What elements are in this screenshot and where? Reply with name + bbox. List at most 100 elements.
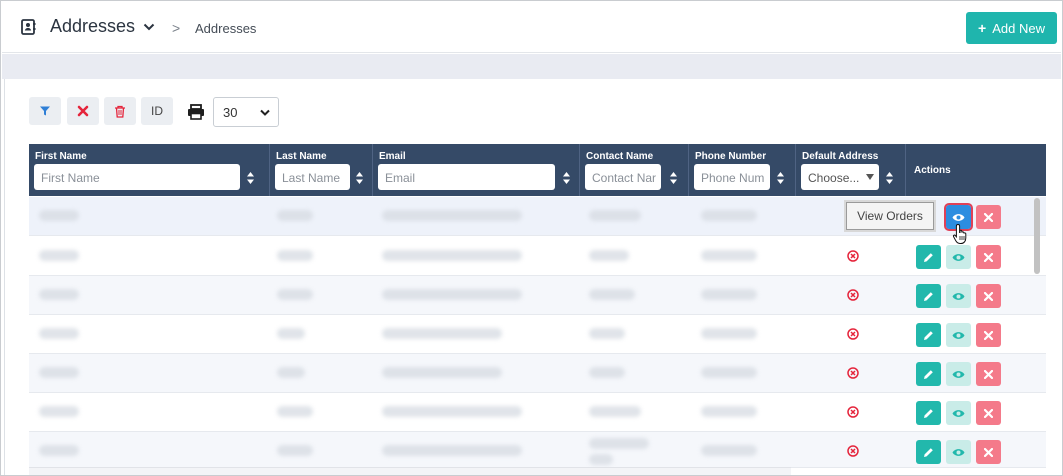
table-row[interactable] bbox=[29, 393, 1046, 432]
column-label: Actions bbox=[914, 165, 951, 176]
column-actions: Actions bbox=[906, 144, 1046, 196]
delete-row-button[interactable] bbox=[976, 362, 1001, 386]
first-name-cell bbox=[39, 210, 79, 221]
view-orders-button[interactable] bbox=[946, 440, 971, 464]
column-contact-name: Contact Name Contact Nar bbox=[580, 144, 689, 196]
edit-button[interactable] bbox=[916, 323, 941, 347]
column-default-address: Default Address Choose... bbox=[796, 144, 906, 196]
horizontal-scrollbar[interactable] bbox=[29, 467, 791, 475]
column-label: Email bbox=[379, 151, 406, 162]
page-header: Addresses > Addresses + Add New bbox=[2, 2, 1061, 53]
page-size-select[interactable]: 30 bbox=[213, 97, 279, 127]
last-name-cell bbox=[277, 250, 313, 261]
delete-row-button[interactable] bbox=[976, 323, 1001, 347]
page-size-value: 30 bbox=[223, 105, 238, 120]
column-label: Last Name bbox=[276, 151, 327, 162]
first-name-cell bbox=[39, 445, 79, 456]
contact-name-cell bbox=[589, 406, 641, 417]
edit-button[interactable] bbox=[916, 440, 941, 464]
contact-name-cell bbox=[589, 438, 649, 449]
not-default-icon bbox=[847, 250, 859, 262]
email-cell bbox=[382, 210, 522, 221]
column-last-name: Last Name Last Name bbox=[270, 144, 373, 196]
hand-cursor-icon bbox=[952, 223, 967, 244]
chevron-down-icon[interactable] bbox=[143, 22, 155, 32]
delete-row-button[interactable] bbox=[976, 440, 1001, 464]
filter-button[interactable] bbox=[29, 97, 61, 125]
view-orders-button[interactable] bbox=[946, 245, 971, 269]
filter-icon bbox=[40, 106, 50, 116]
column-label: Contact Name bbox=[586, 151, 654, 162]
close-icon bbox=[984, 212, 993, 222]
not-default-icon bbox=[847, 367, 859, 379]
chevron-down-icon bbox=[260, 109, 270, 116]
email-filter-input[interactable]: Email bbox=[378, 164, 555, 190]
first-name-cell bbox=[39, 289, 79, 300]
contact-name-cell bbox=[589, 210, 641, 221]
delete-row-button[interactable] bbox=[976, 245, 1001, 269]
phone-filter-input[interactable]: Phone Num bbox=[694, 164, 770, 190]
table-row[interactable] bbox=[29, 354, 1046, 393]
column-label: First Name bbox=[35, 151, 87, 162]
edit-button[interactable] bbox=[916, 284, 941, 308]
last-name-cell bbox=[277, 289, 313, 300]
close-icon bbox=[984, 252, 993, 262]
pencil-icon bbox=[924, 447, 933, 457]
sort-icon[interactable] bbox=[886, 172, 893, 184]
id-column-button[interactable]: ID bbox=[141, 97, 173, 125]
eye-icon bbox=[952, 253, 965, 261]
edit-button[interactable] bbox=[916, 401, 941, 425]
sort-icon[interactable] bbox=[670, 172, 677, 184]
eye-icon bbox=[952, 448, 965, 456]
column-first-name: First Name First Name bbox=[29, 144, 270, 196]
last-name-cell bbox=[277, 406, 313, 417]
eye-icon bbox=[952, 331, 965, 339]
sort-icon[interactable] bbox=[356, 172, 363, 184]
default-address-select[interactable]: Choose... bbox=[801, 164, 879, 190]
phone-cell bbox=[701, 289, 757, 300]
clear-filter-button[interactable] bbox=[67, 97, 99, 125]
delete-button[interactable] bbox=[104, 97, 136, 125]
last-name-cell bbox=[277, 445, 313, 456]
not-default-icon bbox=[847, 289, 859, 301]
eye-icon bbox=[952, 292, 965, 300]
delete-row-button[interactable] bbox=[976, 401, 1001, 425]
contact-name-filter-input[interactable]: Contact Nar bbox=[585, 164, 661, 190]
close-icon bbox=[984, 447, 993, 457]
table-row[interactable] bbox=[29, 237, 1046, 276]
edit-button[interactable] bbox=[916, 362, 941, 386]
table-row[interactable] bbox=[29, 432, 1046, 468]
first-name-cell bbox=[39, 250, 79, 261]
add-new-button[interactable]: + Add New bbox=[966, 12, 1057, 44]
default-address-select-value: Choose... bbox=[808, 171, 860, 185]
email-cell bbox=[382, 406, 522, 417]
contact-name-cell bbox=[589, 250, 629, 261]
last-name-filter-input[interactable]: Last Name bbox=[275, 164, 350, 190]
delete-row-button[interactable] bbox=[976, 284, 1001, 308]
breadcrumb[interactable]: Addresses bbox=[195, 21, 256, 36]
view-orders-button[interactable] bbox=[946, 284, 971, 308]
close-icon bbox=[984, 291, 993, 301]
first-name-cell bbox=[39, 328, 79, 339]
view-orders-button[interactable] bbox=[946, 362, 971, 386]
sort-icon[interactable] bbox=[777, 172, 784, 184]
view-orders-button[interactable] bbox=[946, 323, 971, 347]
phone-cell bbox=[701, 445, 757, 456]
eye-icon bbox=[952, 409, 965, 417]
first-name-filter-input[interactable]: First Name bbox=[34, 164, 240, 190]
print-icon[interactable] bbox=[187, 104, 205, 120]
contact-name-cell bbox=[589, 289, 635, 300]
view-orders-button[interactable] bbox=[946, 401, 971, 425]
pencil-icon bbox=[924, 408, 933, 418]
sort-icon[interactable] bbox=[563, 172, 570, 184]
delete-row-button[interactable] bbox=[976, 205, 1001, 229]
last-name-cell bbox=[277, 367, 305, 378]
sort-icon[interactable] bbox=[247, 172, 254, 184]
table-row[interactable] bbox=[29, 276, 1046, 315]
vertical-scrollbar-thumb[interactable] bbox=[1034, 198, 1040, 274]
email-cell bbox=[382, 445, 522, 456]
column-phone-number: Phone Number Phone Num bbox=[689, 144, 796, 196]
edit-button[interactable] bbox=[916, 245, 941, 269]
table-row[interactable] bbox=[29, 315, 1046, 354]
table-header: First Name First Name Last Name Last Nam… bbox=[29, 144, 1046, 196]
